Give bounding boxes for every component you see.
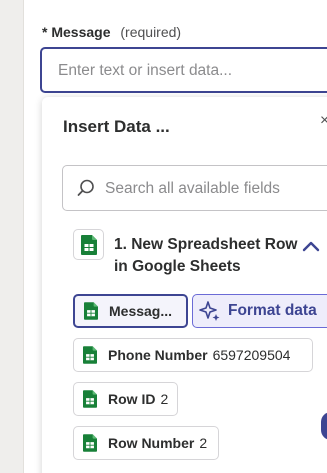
insert-data-title: Insert Data ... bbox=[63, 117, 170, 136]
field-pill-row-number[interactable]: Row Number 2 bbox=[73, 426, 219, 460]
search-icon bbox=[77, 179, 94, 196]
google-sheets-icon bbox=[83, 434, 97, 452]
field-pill-row-id[interactable]: Row ID 2 bbox=[73, 382, 178, 416]
message-field-label: * Message (required) bbox=[42, 24, 181, 40]
close-icon[interactable]: × bbox=[320, 112, 327, 130]
field-pill-message[interactable]: Messag... bbox=[73, 294, 188, 328]
message-placeholder: Enter text or insert data... bbox=[58, 62, 233, 79]
search-placeholder: Search all available fields bbox=[105, 180, 280, 197]
sparkle-icon bbox=[199, 301, 220, 321]
google-sheets-icon bbox=[84, 302, 98, 320]
format-data-label: Format data bbox=[228, 302, 317, 319]
format-data-button[interactable]: Format data bbox=[192, 294, 327, 328]
field-value: 2 bbox=[160, 391, 169, 407]
field-value: 6597209504 bbox=[212, 347, 291, 363]
required-text: (required) bbox=[120, 24, 182, 40]
field-value: 2 bbox=[199, 435, 208, 451]
field-pill-phone-number[interactable]: Phone Number 6597209504 bbox=[73, 338, 313, 372]
field-key: Phone Number bbox=[108, 347, 208, 363]
insert-data-dropdown bbox=[42, 97, 327, 473]
google-sheets-icon bbox=[81, 235, 97, 255]
required-marker: * bbox=[42, 24, 48, 40]
field-label-text: Message bbox=[51, 24, 111, 40]
field-key: Row ID bbox=[108, 391, 156, 407]
floating-action-edge[interactable] bbox=[321, 412, 327, 440]
google-sheets-icon bbox=[83, 346, 97, 364]
step-title[interactable]: 1. New Spreadsheet Row in Google Sheets bbox=[114, 234, 304, 278]
left-rail bbox=[0, 0, 24, 473]
field-key: Messag... bbox=[109, 303, 173, 319]
message-input[interactable]: Enter text or insert data... bbox=[40, 47, 327, 93]
field-key: Row Number bbox=[108, 435, 195, 451]
chevron-up-icon[interactable] bbox=[302, 240, 320, 252]
google-sheets-step-icon bbox=[73, 229, 104, 260]
google-sheets-icon bbox=[83, 390, 97, 408]
search-fields-input[interactable]: Search all available fields bbox=[62, 165, 327, 211]
